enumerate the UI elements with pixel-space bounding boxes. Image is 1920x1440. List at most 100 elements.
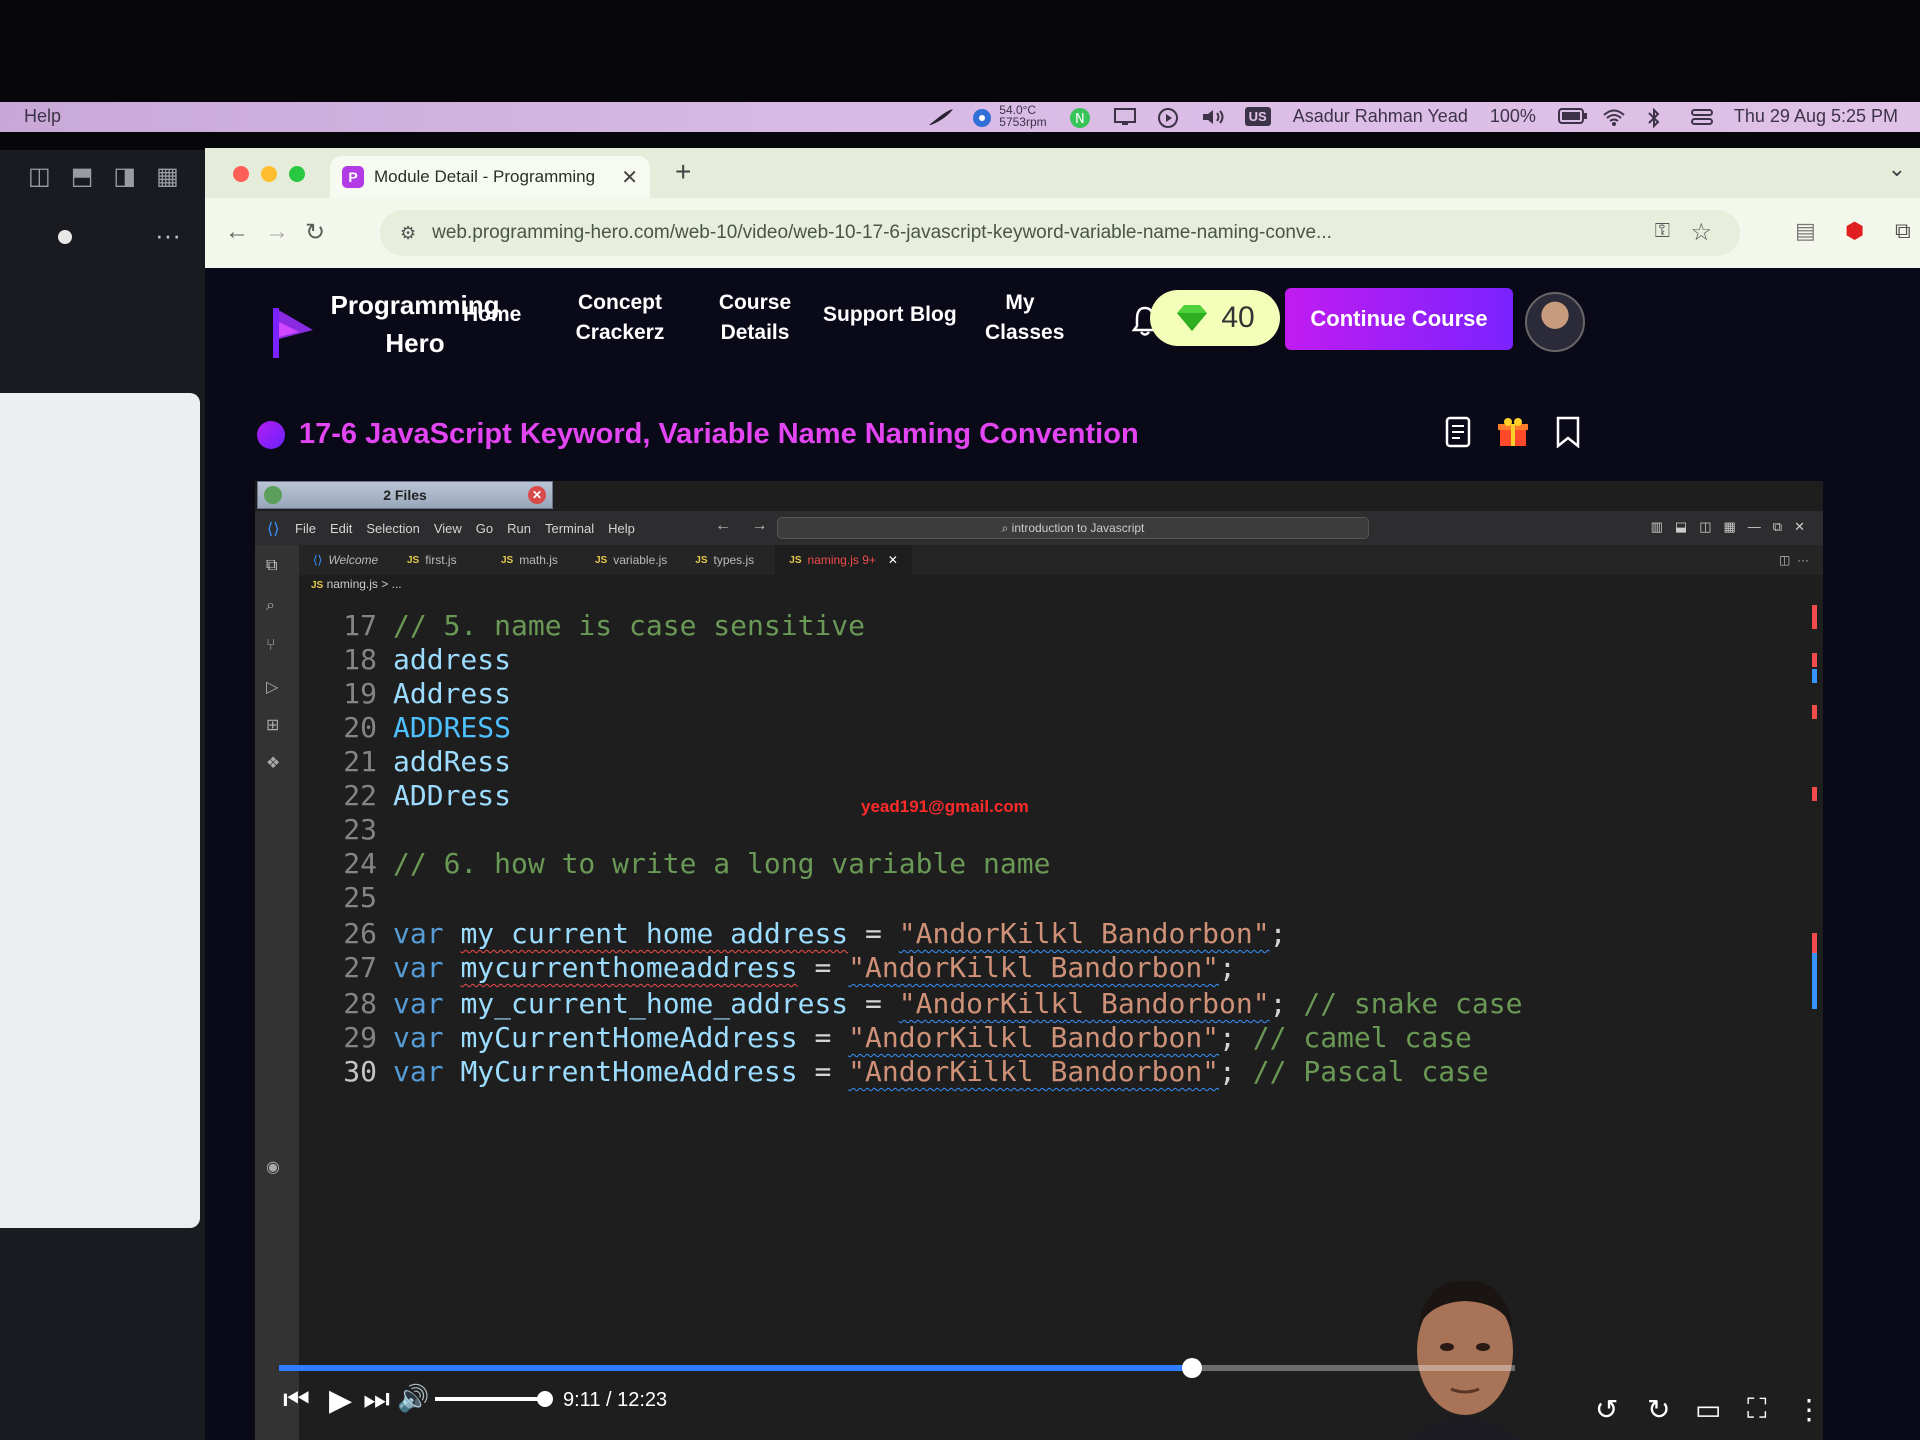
minimize-icon[interactable]: — xyxy=(1748,519,1761,535)
restore-icon[interactable]: ⧉ xyxy=(1773,519,1782,535)
sidebar-toggle-icon[interactable]: ◫ xyxy=(28,162,51,191)
tab-types-js[interactable]: JS types.js xyxy=(681,545,775,575)
close-window-icon[interactable] xyxy=(233,166,249,182)
notes-icon[interactable] xyxy=(1445,416,1471,448)
bookmark-icon[interactable] xyxy=(1555,416,1581,448)
figma-icon[interactable]: ❖ xyxy=(266,753,288,775)
tab-math-js[interactable]: JS math.js xyxy=(487,545,581,575)
new-tab-icon[interactable]: + xyxy=(675,156,691,188)
volume-icon[interactable]: 🔊 xyxy=(397,1383,429,1414)
display-icon[interactable] xyxy=(1113,107,1136,125)
continue-course-button[interactable]: Continue Course xyxy=(1285,288,1513,350)
nav-concept-crackerz[interactable]: Concept Crackerz xyxy=(565,288,675,348)
feather-icon[interactable] xyxy=(927,107,954,125)
breadcrumb[interactable]: JS naming.js > ... xyxy=(311,577,402,591)
battery-icon[interactable] xyxy=(1557,107,1587,125)
tab-welcome[interactable]: ⟨⟩ Welcome xyxy=(299,545,393,575)
rewind-icon[interactable]: ↺ xyxy=(1595,1393,1618,1426)
input-source-badge[interactable]: US xyxy=(1244,106,1271,126)
run-debug-icon[interactable]: ▷ xyxy=(266,677,288,699)
menu-help[interactable]: Help xyxy=(24,106,61,127)
minimize-window-icon[interactable] xyxy=(261,166,277,182)
volume-slider[interactable] xyxy=(435,1391,553,1407)
files-window-tab[interactable]: 2 Files ✕ xyxy=(257,481,553,509)
theater-mode-icon[interactable]: ▭ xyxy=(1695,1393,1721,1426)
command-center[interactable]: ⌕ introduction to Javascript xyxy=(777,517,1369,539)
forward-skip-icon[interactable]: ↻ xyxy=(1647,1393,1670,1426)
tab-naming-js[interactable]: JS naming.js 9+ ✕ xyxy=(775,545,912,575)
panel-icon[interactable]: ⬓ xyxy=(1675,519,1687,535)
reload-icon[interactable]: ↻ xyxy=(305,218,325,247)
vsc-menu-go[interactable]: Go xyxy=(476,521,493,536)
volume-knob[interactable] xyxy=(537,1391,553,1407)
panel-toggle-icon[interactable]: ⬒ xyxy=(71,162,94,191)
site-settings-icon[interactable]: ⚙ xyxy=(400,223,416,244)
clock[interactable]: Thu 29 Aug 5:25 PM xyxy=(1734,106,1898,127)
brand-logo-icon[interactable] xyxy=(265,304,317,360)
gift-icon[interactable] xyxy=(1497,416,1529,448)
play-circle-icon[interactable] xyxy=(1157,107,1179,128)
password-key-icon[interactable]: ⚿ xyxy=(1655,220,1670,243)
browser-tab[interactable]: P Module Detail - Programming ✕ xyxy=(330,156,650,198)
vsc-menu-terminal[interactable]: Terminal xyxy=(545,521,594,536)
split-icon[interactable]: ◨ xyxy=(113,162,136,191)
bluetooth-icon[interactable] xyxy=(1646,107,1668,129)
close-files-icon[interactable]: ✕ xyxy=(528,486,546,504)
user-name[interactable]: Asadur Rahman Yead xyxy=(1293,106,1468,127)
close-tab-icon[interactable]: ✕ xyxy=(621,165,638,190)
vsc-menu-edit[interactable]: Edit xyxy=(330,521,352,536)
extension-icon[interactable]: ▤ xyxy=(1795,218,1816,244)
nav-support[interactable]: Support xyxy=(823,300,903,330)
user-avatar[interactable] xyxy=(1525,292,1585,352)
zoom-window-icon[interactable] xyxy=(289,166,305,182)
vsc-menu-help[interactable]: Help xyxy=(608,521,635,536)
progress-bar[interactable] xyxy=(279,1358,1515,1378)
back-icon[interactable]: ← xyxy=(225,218,249,246)
nav-course-details[interactable]: Course Details xyxy=(715,288,795,348)
next-icon[interactable]: ⏭ xyxy=(363,1383,390,1417)
volume-icon[interactable] xyxy=(1201,107,1224,125)
n-app-icon[interactable]: N xyxy=(1069,107,1091,128)
temperature-widget[interactable]: 54.0°C 5753rpm xyxy=(971,104,1047,128)
source-control-icon[interactable]: ⑂ xyxy=(266,637,288,659)
vsc-menu-view[interactable]: View xyxy=(434,521,462,536)
gem-counter[interactable]: 40 xyxy=(1150,290,1280,346)
close-icon[interactable]: ✕ xyxy=(1794,519,1805,535)
play-icon[interactable]: ▶ xyxy=(329,1383,352,1418)
layout-icon[interactable]: ▥ xyxy=(1651,519,1663,535)
tab-first-js[interactable]: JS first.js xyxy=(393,545,487,575)
code-editor[interactable]: 17// 5. name is case sensitive 18 address… xyxy=(299,597,1823,1287)
layout-grid-icon[interactable]: ▦ xyxy=(156,162,179,191)
search-icon[interactable]: ⌕ xyxy=(266,597,288,619)
explorer-icon[interactable]: ⧉ xyxy=(266,557,288,579)
nav-blog[interactable]: Blog xyxy=(910,300,957,330)
split-editor-icon[interactable]: ◫ xyxy=(1699,519,1711,535)
split-right-icon[interactable]: ◫ xyxy=(1779,553,1790,567)
nav-home[interactable]: Home xyxy=(463,300,521,330)
vsc-menu-run[interactable]: Run xyxy=(507,521,531,536)
vsc-menu-file[interactable]: File xyxy=(295,521,316,536)
control-center-icon[interactable] xyxy=(1690,107,1713,125)
forward-icon[interactable]: → xyxy=(265,218,289,246)
video-player[interactable]: 2 Files ✕ ⟨⟩ File Edit Selection View Go… xyxy=(255,481,1823,1440)
wifi-icon[interactable] xyxy=(1602,107,1625,126)
tab-variable-js[interactable]: JS variable.js xyxy=(581,545,681,575)
extensions-icon[interactable]: ⊞ xyxy=(266,715,288,737)
nav-my-classes[interactable]: My Classes xyxy=(985,288,1064,348)
more-icon[interactable]: ··· xyxy=(155,220,181,251)
close-tab-icon[interactable]: ✕ xyxy=(888,553,898,567)
puzzle-extensions-icon[interactable]: ⧉ xyxy=(1895,218,1911,244)
editor-more-icon[interactable]: ··· xyxy=(1797,553,1809,567)
tab-search-chevron-icon[interactable]: ⌄ xyxy=(1888,156,1906,182)
previous-icon[interactable]: ⏮ xyxy=(283,1383,310,1417)
more-options-icon[interactable]: ⋮ xyxy=(1795,1393,1823,1426)
customize-layout-icon[interactable]: ▦ xyxy=(1724,519,1736,535)
vsc-menu-selection[interactable]: Selection xyxy=(366,521,419,536)
adblock-icon[interactable]: ⬢ xyxy=(1845,218,1864,244)
history-arrows-icon[interactable]: ← → xyxy=(715,517,775,535)
bookmark-star-icon[interactable]: ☆ xyxy=(1690,218,1712,247)
fullscreen-icon[interactable]: ⛶ xyxy=(1747,1393,1767,1426)
progress-scrubber[interactable] xyxy=(1182,1358,1203,1378)
url-text[interactable]: web.programming-hero.com/web-10/video/we… xyxy=(432,222,1332,244)
address-bar[interactable]: ⚙ web.programming-hero.com/web-10/video/… xyxy=(380,210,1740,256)
